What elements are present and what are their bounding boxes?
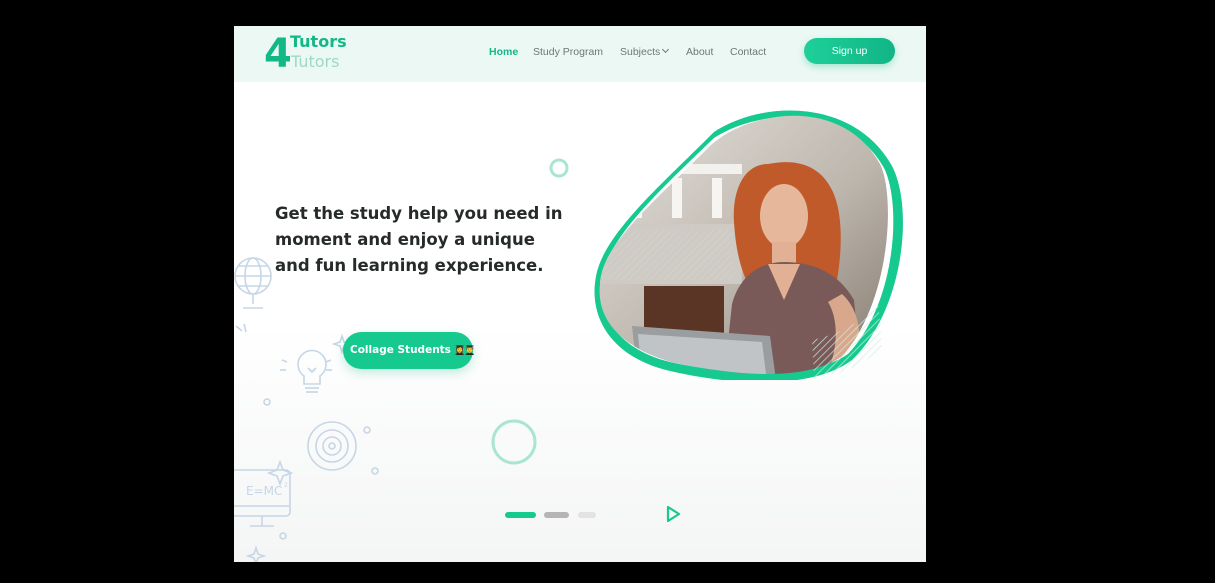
svg-text:2: 2 <box>284 482 288 489</box>
logo-text-primary: Tutors <box>290 32 347 51</box>
nav-subjects-label: Subjects <box>620 46 661 58</box>
logo-number: 4 <box>264 31 292 77</box>
large-ring-decor <box>491 419 537 465</box>
nav-about[interactable]: About <box>686 46 713 60</box>
slider-dot-active[interactable] <box>505 512 536 518</box>
headline-line: moment and enjoy a unique <box>275 230 535 249</box>
site-header: 4 Tutors Tutors Home Study Program Subje… <box>234 26 926 82</box>
slider-dot[interactable] <box>578 512 596 518</box>
svg-text:E=MC: E=MC <box>246 484 282 498</box>
hero-photo <box>592 104 910 383</box>
atom-icon <box>307 421 357 471</box>
cta-label: Collage Students <box>350 344 451 356</box>
college-students-button[interactable]: Collage Students 👩‍🎓👨‍🎓 <box>343 332 475 369</box>
nav-study-program[interactable]: Study Program <box>533 46 603 60</box>
headline-line: Get the study help you need in <box>275 204 563 223</box>
woman-laptop-photo-icon <box>594 110 903 383</box>
small-ring-decor <box>549 158 569 178</box>
signup-button[interactable]: Sign up <box>804 38 895 64</box>
nav-contact[interactable]: Contact <box>730 46 766 60</box>
globe-icon <box>234 257 272 309</box>
logo-text-secondary: Tutors <box>291 52 340 71</box>
hero-headline: Get the study help you need in moment an… <box>275 201 575 279</box>
students-emoji-icon: 👩‍🎓👨‍🎓 <box>453 346 475 356</box>
page-frame: E=MC 2 4 Tutors Tutors Home Study Progra… <box>234 26 926 562</box>
slider-dot[interactable] <box>544 512 569 518</box>
chevron-down-icon <box>662 45 670 54</box>
nav-subjects[interactable]: Subjects <box>620 45 670 60</box>
play-icon[interactable] <box>665 505 681 523</box>
headline-line: and fun learning experience. <box>275 256 544 275</box>
nav-home[interactable]: Home <box>489 46 518 60</box>
lightbulb-icon <box>280 349 332 393</box>
education-doodles: E=MC 2 <box>234 257 379 562</box>
